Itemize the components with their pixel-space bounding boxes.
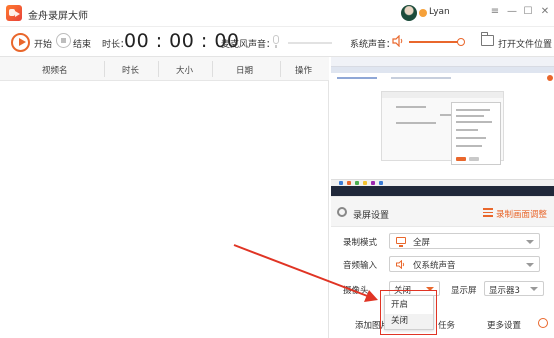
display-select[interactable]: 显示器3 [484,281,544,296]
record-settings-panel: 录屏设置 录制画面调整 录制模式 全屏 音频输入 仅系统声音 摄像头 关闭 显示… [331,196,554,338]
adjust-icon[interactable] [483,207,493,217]
system-volume-slider[interactable] [409,41,461,43]
preview-line [456,145,482,147]
app-logo-icon [6,5,22,21]
preview-dock-icon [371,181,375,185]
system-volume-knob[interactable] [457,38,465,46]
gear-icon [337,207,347,217]
app-title: 金舟录屏大师 [28,11,88,22]
open-folder-button[interactable]: 打开文件位置 [498,37,552,50]
preview-dock-icon [363,181,367,185]
chevron-down-icon [526,263,534,267]
preview-browser-bar [331,57,554,67]
menu-icon[interactable]: ≡ [488,5,502,19]
camera-label: 摄像头 [343,286,369,296]
video-file-list: 视频名 时长 大小 日期 操作 [0,57,329,338]
settings-header: 录屏设置 录制画面调整 [331,197,554,227]
stop-record-icon[interactable] [56,33,71,48]
speaker-icon [396,260,405,269]
preview-dock [331,179,554,186]
adjust-recording-area-link[interactable]: 录制画面调整 [496,208,547,220]
preview-dock-icon [347,181,351,185]
column-date[interactable]: 日期 [236,64,253,76]
mic-volume-slider[interactable] [288,42,332,44]
preview-panel [451,102,501,165]
screen-preview [331,57,554,196]
record-mode-value: 全屏 [413,238,431,248]
start-record-icon[interactable] [11,33,30,52]
annotation-highlight-box [380,290,437,335]
chevron-down-icon [526,240,534,244]
more-settings-button[interactable]: 更多设置 [487,319,521,331]
preview-line [456,121,492,123]
mic-volume-label: 麦克风声音： [221,40,276,50]
user-avatar[interactable] [401,5,417,21]
folder-icon[interactable] [481,32,494,46]
record-mode-label: 录制模式 [343,238,378,248]
preview-line [456,137,486,139]
stop-button[interactable]: 结束 [73,37,91,50]
start-button[interactable]: 开始 [34,37,52,50]
preview-dialog-bar [382,92,503,98]
system-volume-label: 系统声音： [350,40,396,50]
user-name[interactable]: Lyan [429,7,450,17]
preview-dock-icon [355,181,359,185]
column-divider [212,61,213,77]
column-size[interactable]: 大小 [176,64,193,76]
maximize-icon[interactable]: ☐ [521,5,535,19]
preview-line [391,77,451,79]
preview-line [456,129,478,131]
audio-input-label: 音频输入 [343,261,378,271]
settings-title: 录屏设置 [353,211,390,221]
chevron-down-icon [530,287,538,291]
preview-line [396,122,436,124]
preview-page [331,73,554,187]
column-duration[interactable]: 时长 [122,64,139,76]
minimize-icon[interactable]: — [505,5,519,19]
preview-taskbar [331,186,554,196]
preview-record-dot-icon [547,75,553,81]
preview-dock-icon [339,181,343,185]
preview-dock-icon [379,181,383,185]
record-toolbar: 开始 结束 时长： 00 : 00 : 00 麦克风声音： 系统声音： 打开文件… [0,27,554,57]
settings-icon[interactable] [538,318,548,328]
microphone-icon[interactable] [273,35,279,48]
task-button[interactable]: 任务 [438,319,455,331]
record-mode-select[interactable]: 全屏 [389,233,540,249]
column-divider [158,61,159,77]
monitor-icon [396,237,406,247]
audio-input-value: 仅系统声音 [413,261,456,271]
column-actions[interactable]: 操作 [295,64,312,76]
close-icon[interactable]: ✕ [538,5,552,19]
preview-button [456,157,466,161]
preview-line [337,77,377,79]
file-list-header: 视频名 时长 大小 日期 操作 [0,57,329,81]
display-value: 显示器3 [489,286,520,296]
title-bar: 金舟录屏大师 Lyan ≡ — ☐ ✕ [0,0,554,27]
vip-badge-icon [419,9,427,17]
audio-input-select[interactable]: 仅系统声音 [389,256,540,272]
column-divider [104,61,105,77]
preview-line [456,109,490,111]
column-video-name[interactable]: 视频名 [42,64,68,76]
speaker-icon[interactable] [392,35,404,47]
column-divider [280,61,281,77]
preview-line [456,115,484,117]
preview-desktop-image [331,57,554,196]
preview-button [469,157,479,161]
display-label: 显示屏 [451,286,477,296]
preview-line [396,106,426,108]
